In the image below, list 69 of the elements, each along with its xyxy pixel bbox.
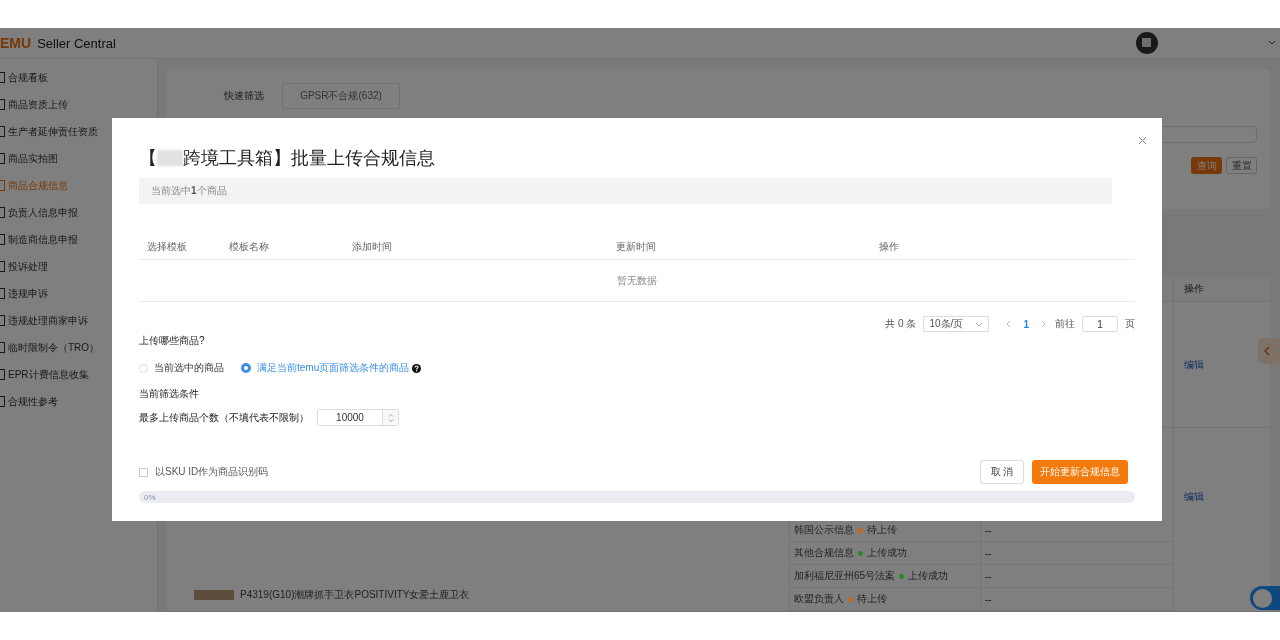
product-thumbnail — [194, 590, 234, 600]
column-header: 添加时间 — [352, 240, 393, 254]
table-cell: -- — [985, 570, 992, 582]
status-text: 上传成功 — [908, 569, 949, 583]
page-number[interactable]: 1 — [1020, 318, 1032, 330]
goto-page-field[interactable]: 1 — [1082, 316, 1118, 332]
table-cell: -- — [985, 547, 992, 559]
number-field[interactable]: 10000 — [317, 409, 399, 426]
progress-text: 0% — [143, 492, 156, 502]
status-text: 上传成功 — [867, 546, 907, 560]
table-cell: -- — [985, 524, 992, 536]
column-header: 操作 — [1183, 282, 1205, 296]
selection-note: 当前选中1个商品 — [151, 184, 227, 198]
sidebar-item[interactable]: 生产者延伸责任资质 — [0, 118, 157, 145]
reset-button[interactable]: 重置 — [1226, 157, 1257, 174]
sku-checkbox[interactable]: 以SKU ID作为商品识别码 — [139, 465, 269, 479]
cancel-button[interactable]: 取 消 — [980, 460, 1024, 484]
avatar-icon — [1136, 32, 1158, 54]
column-header: 操作 — [879, 240, 899, 254]
status-name: 韩国公示信息 — [794, 523, 854, 537]
question-label: 上传哪些商品? — [139, 334, 206, 348]
next-page-button[interactable] — [1039, 320, 1048, 328]
edit-link[interactable]: 编辑 — [1184, 357, 1204, 372]
down-icon — [387, 418, 394, 423]
sidebar-item[interactable]: 投诉处理 — [0, 253, 157, 280]
logo: EMU — [0, 35, 32, 51]
query-button[interactable]: 查询 — [1191, 157, 1222, 174]
column-header: 更新时间 — [616, 240, 657, 254]
dialog-title: 跨境工具箱】批量上传合规信息 — [183, 147, 435, 170]
sidebar-item[interactable]: 合规看板 — [0, 64, 157, 91]
chevron-left-icon — [1264, 346, 1270, 356]
close-icon — [1137, 135, 1147, 145]
chevron-right-icon — [1041, 320, 1046, 328]
limit-label: 最多上传商品个数（不填代表不限制） — [139, 410, 309, 425]
empty-text: 暂无数据 — [617, 273, 657, 288]
status-name: 欧盟负责人 — [794, 592, 844, 606]
edit-link[interactable]: 编辑 — [1184, 491, 1204, 502]
status-text: 待上传 — [857, 592, 887, 606]
caret-icon — [1268, 40, 1276, 46]
app-title: Seller Central — [37, 35, 116, 51]
filter-chip[interactable]: GPSR不合规(632) — [282, 83, 400, 109]
sidebar-item[interactable]: 违规处理商家申诉 — [0, 307, 157, 334]
page-size-select[interactable]: 10条/页 — [923, 316, 990, 332]
chevron-left-icon — [1006, 320, 1012, 328]
sidebar-item[interactable]: 违规申诉 — [0, 280, 157, 307]
product-title: P4319(G10)潮牌抓手卫衣POSITIVITY女爱土鹿卫衣 — [240, 588, 470, 602]
sidebar-item[interactable]: 商品资质上传 — [0, 91, 157, 118]
sidebar-item[interactable]: 负责人信息申报 — [0, 199, 157, 226]
column-header: 模板名称 — [229, 240, 270, 254]
status-text: 待上传 — [867, 523, 897, 537]
side-tab[interactable] — [1258, 338, 1280, 364]
dialog-title-bracket: 【 — [139, 147, 157, 170]
page-unit: 页 — [1125, 317, 1135, 331]
radio-option[interactable]: 满足当前temu页面筛选条件的商品 — [241, 361, 410, 375]
redacted-block — [157, 150, 183, 166]
goto-label: 前往 — [1055, 317, 1075, 331]
up-icon — [387, 412, 394, 417]
radio-option[interactable]: 当前选中的商品 — [139, 361, 224, 375]
table-cell: -- — [985, 593, 992, 605]
status-name: 加利福尼亚州65号法案 — [794, 569, 896, 583]
status-name: 其他合规信息 — [794, 546, 854, 560]
caret-icon — [975, 321, 984, 327]
floating-tab[interactable] — [1250, 586, 1280, 610]
column-header: 选择模板 — [146, 240, 188, 254]
filter-label: 快速筛选 — [224, 89, 264, 103]
close-button[interactable] — [1136, 134, 1148, 146]
start-update-button[interactable]: 开始更新合规信息 — [1032, 460, 1128, 484]
total-count: 共 0 条 — [885, 317, 917, 331]
filter-heading: 当前筛选条件 — [139, 387, 200, 401]
